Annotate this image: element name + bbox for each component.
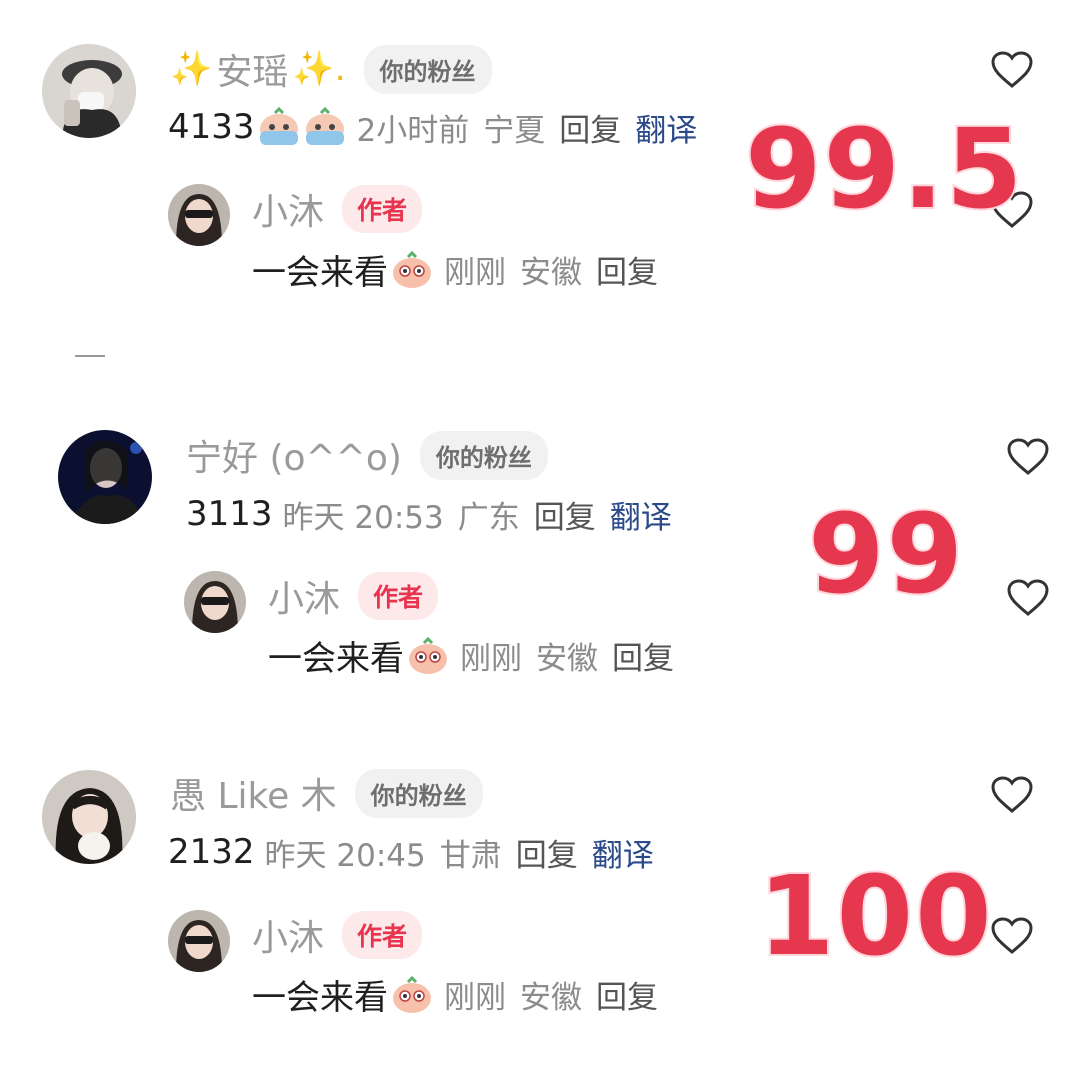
reply-time: 刚刚: [444, 979, 506, 1016]
translate-button[interactable]: 翻译: [610, 492, 672, 537]
heart-outline-icon[interactable]: [990, 916, 1034, 956]
author-avatar[interactable]: [168, 184, 230, 246]
author-name[interactable]: 小沐: [252, 909, 324, 961]
fan-badge: 你的粉丝: [354, 768, 483, 818]
peeking-emoji-icon: [390, 249, 434, 289]
divider-mark: [75, 355, 105, 357]
score-overlay: 100: [756, 850, 994, 982]
comment-time: 昨天 20:45: [264, 837, 426, 874]
username[interactable]: 安瑶: [216, 43, 288, 95]
crying-emoji-icon: [303, 106, 347, 147]
heart-outline-icon[interactable]: [990, 50, 1034, 90]
username[interactable]: 宁好 (o^^o): [186, 429, 402, 481]
score-overlay: 99.5: [743, 103, 1025, 235]
crying-emoji-icon: [257, 106, 301, 147]
avatar[interactable]: [42, 770, 136, 864]
comment-region: 甘肃: [439, 837, 502, 874]
fan-badge: 你的粉丝: [363, 44, 492, 94]
score-overlay: 99: [806, 488, 966, 620]
sparkle-icon: ✨: [170, 49, 213, 89]
comment-text: 3113: [186, 494, 273, 534]
heart-outline-icon[interactable]: [1006, 437, 1050, 477]
username[interactable]: 愚 Like 木: [170, 767, 337, 819]
translate-button[interactable]: 翻译: [592, 830, 654, 875]
comment-body: 2132 昨天 20:45 甘肃 回复 翻译: [168, 829, 654, 875]
author-reply-body: 一会来看 刚刚 安徽 回复: [252, 246, 658, 293]
reply-button[interactable]: 回复: [612, 633, 674, 678]
peeking-emoji-icon: [406, 635, 450, 675]
heart-outline-icon[interactable]: [1006, 578, 1050, 618]
author-badge: 作者: [342, 911, 423, 959]
reply-region: 安徽: [536, 640, 598, 677]
author-reply-body: 一会来看 刚刚 安徽 回复: [268, 632, 674, 679]
heart-outline-icon[interactable]: [990, 775, 1034, 815]
author-badge: 作者: [358, 572, 439, 620]
comment-time: 昨天 20:53: [282, 499, 444, 536]
comment-region: 宁夏: [483, 112, 546, 149]
author-avatar[interactable]: [184, 571, 246, 633]
author-avatar[interactable]: [168, 910, 230, 972]
reply-time: 刚刚: [460, 640, 522, 677]
reply-button[interactable]: 回复: [559, 105, 621, 150]
comment-text: 2132: [168, 832, 255, 872]
comment-region: 广东: [457, 499, 520, 536]
comment-body: 4133 2小时前 宁夏 回复 翻译: [168, 104, 697, 150]
fan-badge: 你的粉丝: [419, 430, 548, 480]
reply-button[interactable]: 回复: [534, 492, 596, 537]
comment-time: 2小时前: [356, 112, 470, 149]
reply-button[interactable]: 回复: [516, 830, 578, 875]
sparkle-icon: ✨.: [292, 49, 346, 89]
author-name[interactable]: 小沐: [268, 570, 340, 622]
author-header: 小沐 作者: [252, 909, 423, 961]
reply-time: 刚刚: [444, 254, 506, 291]
comment-text: 4133: [168, 107, 255, 147]
avatar[interactable]: [58, 430, 152, 524]
reply-text: 一会来看: [268, 638, 404, 679]
peeking-emoji-icon: [390, 974, 434, 1014]
reply-text: 一会来看: [252, 252, 388, 293]
reply-button[interactable]: 回复: [596, 247, 658, 292]
reply-region: 安徽: [520, 254, 582, 291]
author-header: 小沐 作者: [268, 570, 439, 622]
avatar[interactable]: [42, 44, 136, 138]
author-reply-body: 一会来看 刚刚 安徽 回复: [252, 971, 658, 1018]
reply-text: 一会来看: [252, 977, 388, 1018]
reply-region: 安徽: [520, 979, 582, 1016]
reply-button[interactable]: 回复: [596, 972, 658, 1017]
author-badge: 作者: [342, 185, 423, 233]
translate-button[interactable]: 翻译: [635, 105, 697, 150]
author-name[interactable]: 小沐: [252, 183, 324, 235]
comment-header: ✨ 安瑶 ✨. 你的粉丝: [170, 44, 492, 94]
comment-header: 宁好 (o^^o) 你的粉丝: [186, 430, 548, 480]
comment-body: 3113 昨天 20:53 广东 回复 翻译: [186, 491, 672, 537]
author-header: 小沐 作者: [252, 183, 423, 235]
comment-header: 愚 Like 木 你的粉丝: [170, 768, 483, 818]
